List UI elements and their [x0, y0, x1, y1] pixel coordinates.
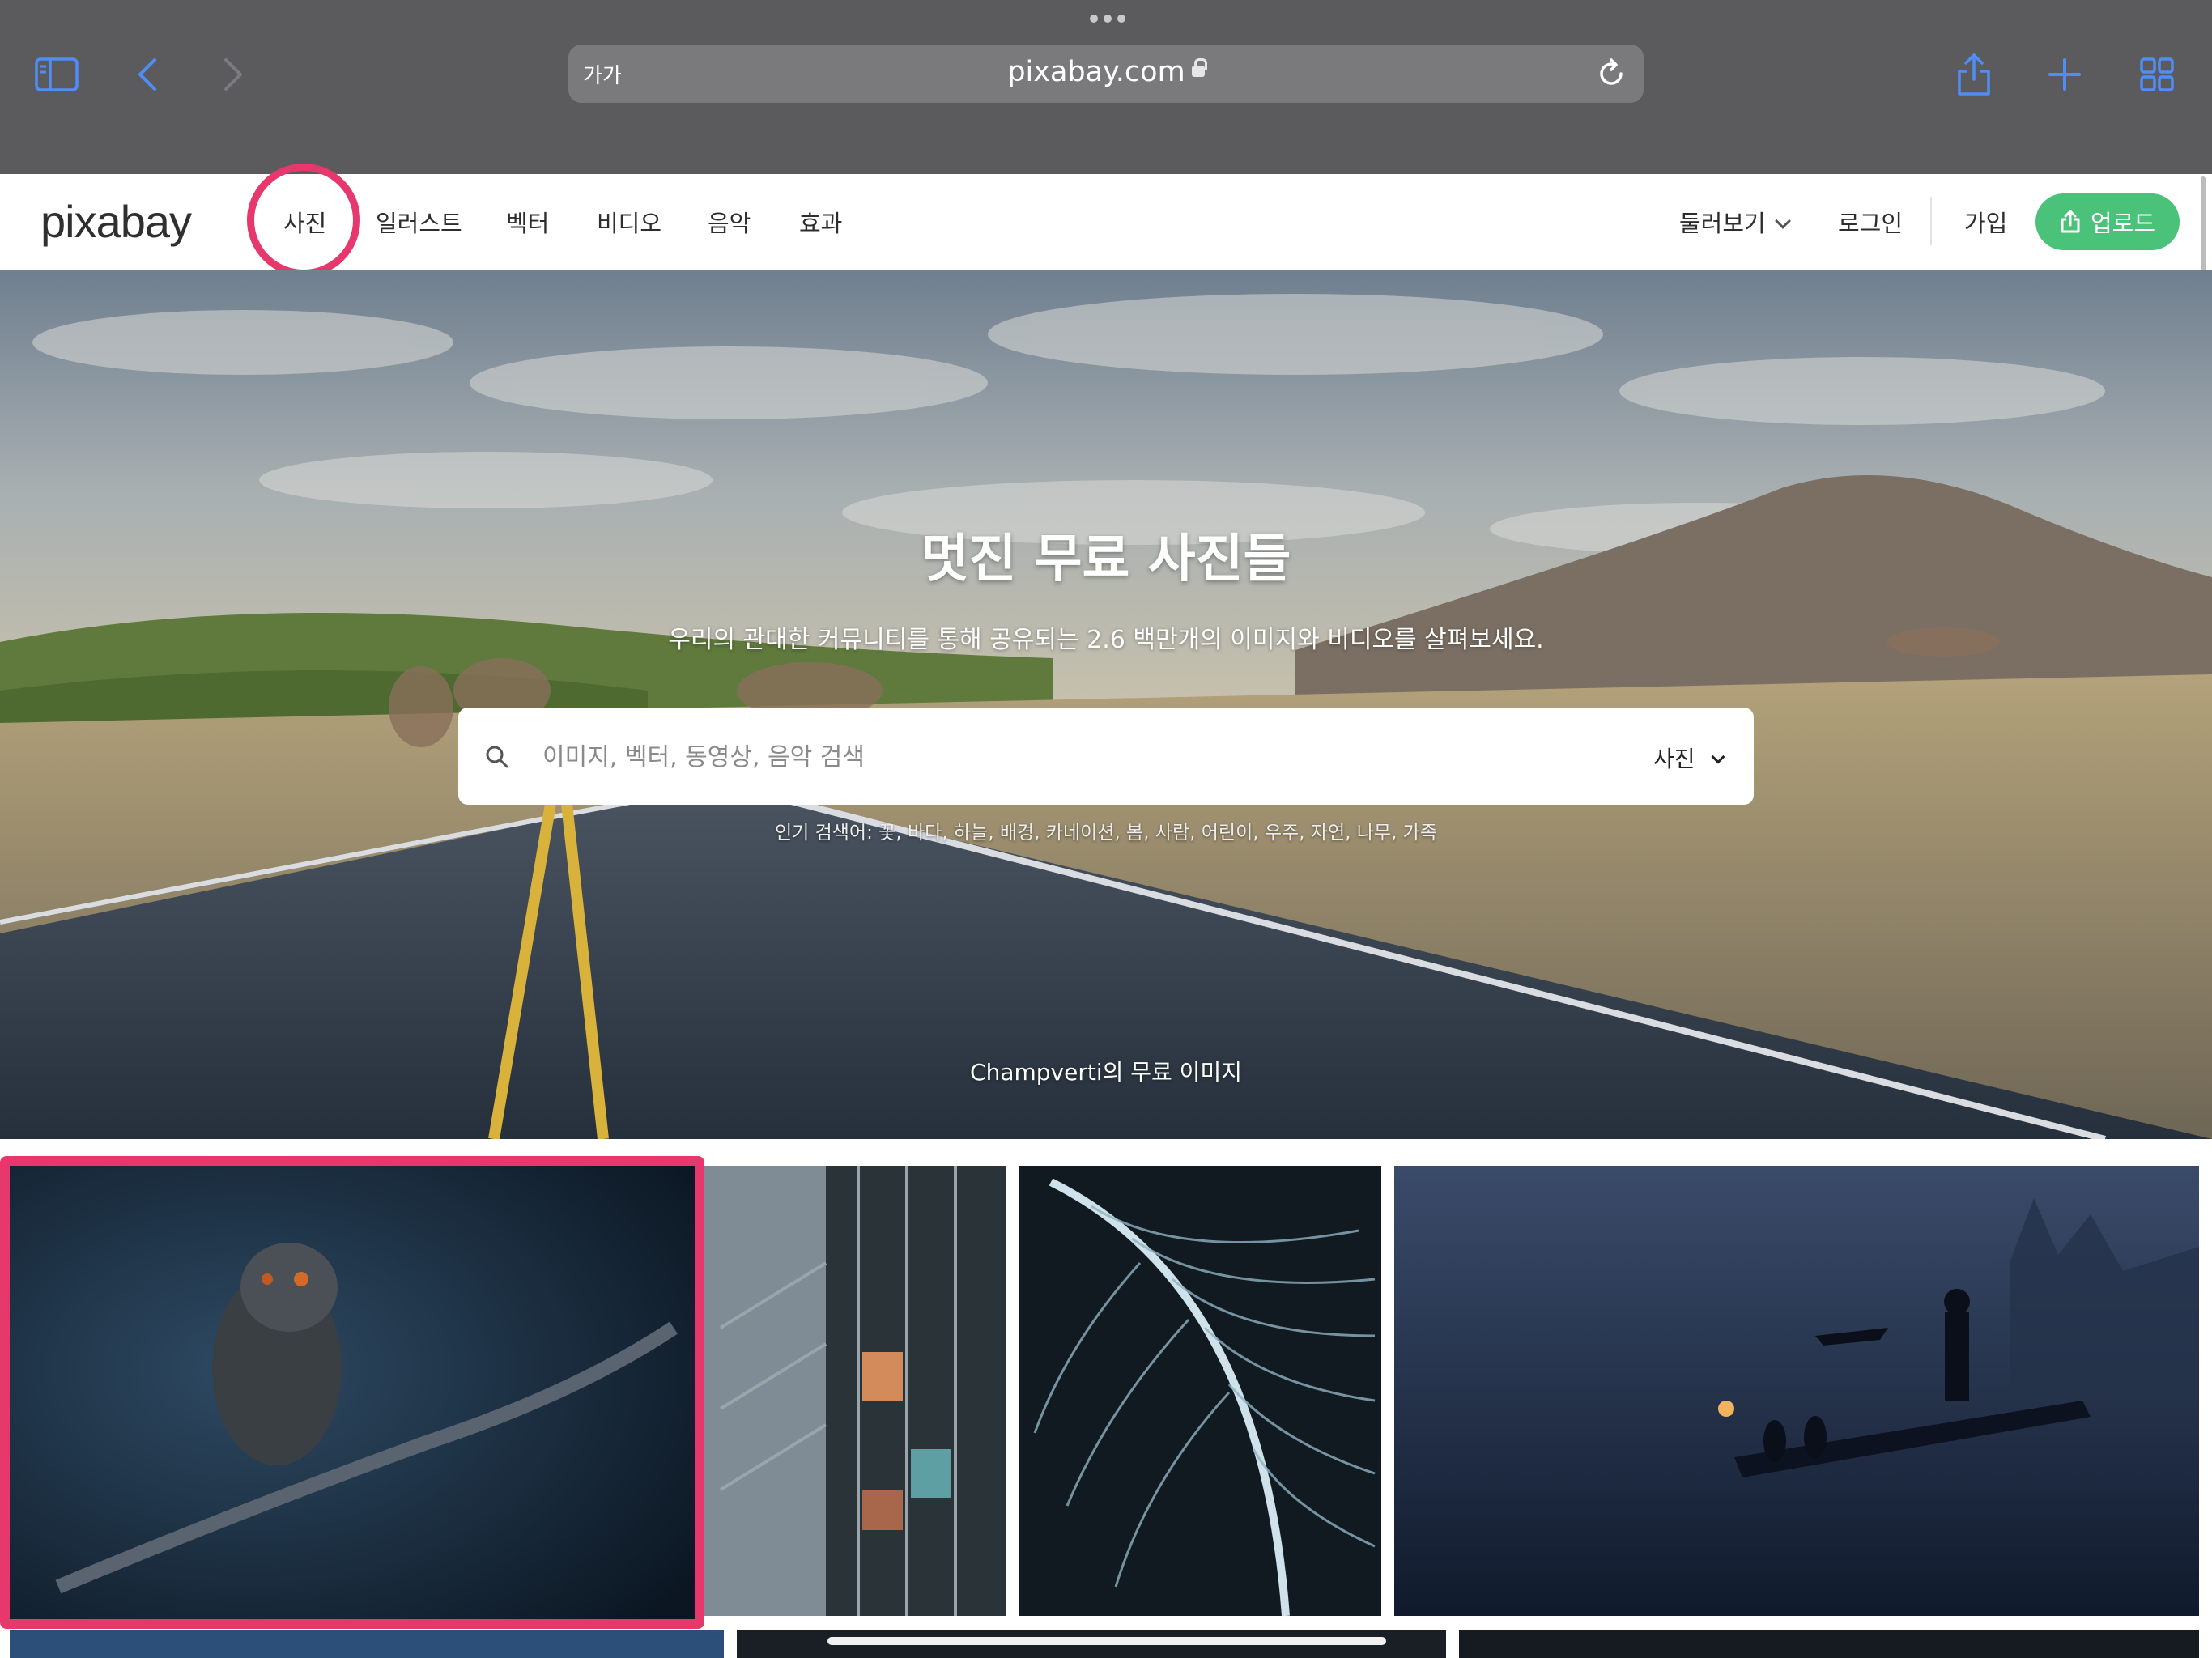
nav-videos[interactable]: 비디오	[597, 205, 661, 239]
photo-row2-1[interactable]	[10, 1630, 724, 1658]
hero-subtitle: 우리의 관대한 커뮤니티를 통해 공유되는 2.6 백만개의 이미지와 비디오를…	[668, 626, 1544, 654]
explore-dropdown[interactable]: 둘러보기	[1679, 205, 1791, 239]
hero-title: 멋진 무료 사진들	[921, 529, 1291, 589]
chevron-down-icon	[1711, 750, 1725, 764]
upload-icon	[2061, 210, 2080, 233]
photo-building[interactable]	[704, 1166, 1006, 1616]
home-indicator[interactable]	[827, 1637, 1386, 1645]
multitask-grabber[interactable]	[1090, 15, 1125, 23]
tabs-overview-icon[interactable]	[2131, 49, 2183, 100]
browser-toolbar: 가가 pixabay.com	[0, 0, 2212, 174]
hero-section: 멋진 무료 사진들 우리의 관대한 커뮤니티를 통해 공유되는 2.6 백만개의…	[0, 270, 2212, 1139]
upload-label: 업로드	[2090, 210, 2156, 237]
fisherman-image	[1394, 1166, 2199, 1616]
feather-image	[1019, 1166, 1381, 1616]
upload-button[interactable]: 업로드	[2035, 193, 2180, 250]
url-field[interactable]: pixabay.com	[568, 56, 1644, 88]
building-image	[704, 1166, 1006, 1616]
search-type-select[interactable]: 사진	[1653, 742, 1725, 774]
explore-label: 둘러보기	[1679, 210, 1766, 237]
forward-icon[interactable]	[207, 49, 259, 100]
back-icon[interactable]	[121, 49, 173, 100]
photo-row2-3[interactable]	[1459, 1630, 2199, 1658]
image-credit[interactable]: Champverti의 무료 이미지	[0, 1055, 2212, 1087]
photo-fisherman[interactable]	[1394, 1166, 2199, 1616]
nav-effects[interactable]: 효과	[799, 205, 842, 239]
url-text: pixabay.com	[1007, 56, 1185, 88]
search-icon[interactable]	[483, 742, 512, 772]
search-bar[interactable]: 사진	[458, 708, 1754, 805]
login-link[interactable]: 로그인	[1838, 205, 1903, 239]
search-type-label: 사진	[1653, 746, 1695, 772]
nav-vectors[interactable]: 벡터	[506, 205, 549, 239]
new-tab-icon[interactable]	[2039, 49, 2091, 100]
owl-image	[10, 1166, 695, 1619]
header-divider	[1930, 197, 1932, 245]
lock-icon	[1191, 58, 1207, 77]
share-icon[interactable]	[1948, 49, 2000, 100]
hero-background-image	[0, 270, 2212, 1139]
search-input[interactable]	[542, 738, 1595, 776]
photo-owl[interactable]	[10, 1166, 695, 1619]
photos-highlight-circle	[247, 164, 360, 277]
address-bar[interactable]: 가가 pixabay.com	[568, 45, 1644, 103]
pixabay-logo[interactable]: pixabay	[40, 195, 192, 248]
reload-icon[interactable]	[1592, 54, 1631, 93]
sidebar-icon[interactable]	[31, 49, 83, 100]
signup-link[interactable]: 가입	[1964, 205, 2007, 239]
photo-feather[interactable]	[1019, 1166, 1381, 1616]
popular-searches[interactable]: 인기 검색어: 꽃, 바다, 하늘, 배경, 카네이션, 봄, 사람, 어린이,…	[0, 817, 2212, 844]
chevron-down-icon	[1774, 213, 1791, 229]
nav-music[interactable]: 음악	[708, 205, 751, 239]
nav-illustrations[interactable]: 일러스트	[376, 205, 462, 239]
